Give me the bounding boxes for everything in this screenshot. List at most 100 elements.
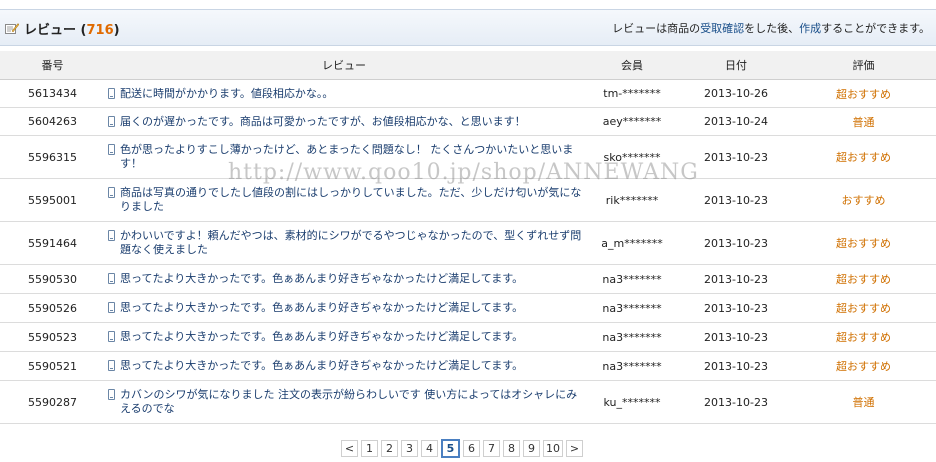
count-close: ) bbox=[113, 23, 120, 38]
review-number: 5590526 bbox=[0, 293, 105, 323]
review-number: 5595001 bbox=[0, 178, 105, 222]
table-row: 5590287 カバンのシワが気になりました 注文の表示が紛らわしいです 使い方に… bbox=[0, 380, 936, 424]
review-rating: おすすめ bbox=[791, 178, 936, 222]
member-id: ku_******* bbox=[583, 380, 681, 424]
table-row: 5591464 かわいいですよ！頼んだやつは、素材的にシワがでるやつじゃなかったの… bbox=[0, 221, 936, 265]
review-text-link[interactable]: 思ってたより大きかったです。色ぁあんまり好きぢゃなかったけど満足してます。 bbox=[120, 301, 523, 315]
page-5-button[interactable]: 5 bbox=[441, 439, 460, 458]
review-cell: 届くのが遅かったです。商品は可愛かったですが、お値段相応かな、と思います！ bbox=[105, 107, 583, 136]
review-rating: 超おすすめ bbox=[791, 293, 936, 323]
page-4-button[interactable]: 4 bbox=[421, 440, 438, 457]
page-7-button[interactable]: 7 bbox=[483, 440, 500, 457]
page-6-button[interactable]: 6 bbox=[463, 440, 480, 457]
mobile-phone-icon bbox=[108, 87, 115, 99]
review-rating: 超おすすめ bbox=[791, 135, 936, 179]
member-id: na3******* bbox=[583, 264, 681, 294]
table-row: 5590523 思ってたより大きかったです。色ぁあんまり好きぢゃなかったけど満足し… bbox=[0, 322, 936, 352]
review-note: レビューは商品の受取確認をした後、作成することができます。 bbox=[612, 20, 930, 36]
table-row: 5604263 届くのが遅かったです。商品は可愛かったですが、お値段相応かな、と思… bbox=[0, 107, 936, 136]
review-text-link[interactable]: 思ってたより大きかったです。色ぁあんまり好きぢゃなかったけど満足してます。 bbox=[120, 330, 523, 344]
review-cell: かわいいですよ！頼んだやつは、素材的にシワがでるやつじゃなかったので、型くずれせ… bbox=[105, 221, 583, 265]
watermark-text: http://www.qoo10.jp/shop/ANNEWANG bbox=[228, 160, 699, 185]
review-text-link[interactable]: 配送に時間がかかります。値段相応かな。。 bbox=[120, 87, 333, 101]
mobile-phone-icon bbox=[108, 331, 115, 342]
page-8-button[interactable]: 8 bbox=[503, 440, 520, 457]
review-rating: 超おすすめ bbox=[791, 264, 936, 294]
review-date: 2013-10-23 bbox=[681, 322, 791, 352]
pagination: < 1 2 3 4 5 6 7 8 9 10 > bbox=[341, 439, 583, 458]
review-rating: 普通 bbox=[791, 107, 936, 136]
table-row: 5613434 配送に時間がかかります。値段相応かな。。 tm-******* 201… bbox=[0, 79, 936, 108]
review-text-link[interactable]: 思ってたより大きかったです。色ぁあんまり好きぢゃなかったけど満足してます。 bbox=[120, 359, 523, 373]
mobile-phone-icon bbox=[108, 144, 115, 155]
table-row: 5590530 思ってたより大きかったです。色ぁあんまり好きぢゃなかったけど満足し… bbox=[0, 264, 936, 294]
table-header-row: 番号 レビュー 会員 日付 評価 bbox=[0, 51, 936, 80]
review-text-link[interactable]: カバンのシワが気になりました 注文の表示が紛らわしいです 使い方によってはオシャ… bbox=[120, 388, 583, 416]
mobile-phone-icon bbox=[108, 115, 115, 127]
page-list: 1 2 3 4 5 6 7 8 9 10 bbox=[361, 439, 563, 458]
review-rating: 超おすすめ bbox=[791, 79, 936, 108]
table-row: 5590521 思ってたより大きかったです。色ぁあんまり好きぢゃなかったけど満足し… bbox=[0, 351, 936, 381]
col-header-review: レビュー bbox=[105, 51, 583, 80]
review-text-link[interactable]: 商品は写真の通りでしたし値段の割にはしっかりしていました。ただ、少しだけ匂いが気… bbox=[120, 186, 583, 214]
page-1-button[interactable]: 1 bbox=[361, 440, 378, 457]
review-date: 2013-10-23 bbox=[681, 380, 791, 424]
mobile-phone-icon bbox=[108, 360, 115, 371]
col-header-date: 日付 bbox=[681, 51, 791, 80]
member-id: na3******* bbox=[583, 351, 681, 381]
review-number: 5591464 bbox=[0, 221, 105, 265]
note-after: することができます。 bbox=[821, 22, 930, 35]
count-open: ( bbox=[76, 23, 87, 38]
edit-note-icon bbox=[5, 23, 19, 34]
review-number: 5590287 bbox=[0, 380, 105, 424]
review-cell: カバンのシワが気になりました 注文の表示が紛らわしいです 使い方によってはオシャ… bbox=[105, 380, 583, 424]
page-title: レビュー (716) bbox=[24, 19, 120, 38]
mobile-phone-icon bbox=[108, 187, 115, 198]
review-number: 5604263 bbox=[0, 107, 105, 136]
review-rating: 超おすすめ bbox=[791, 351, 936, 381]
mobile-phone-icon bbox=[108, 273, 115, 284]
member-id: tm-******* bbox=[583, 79, 681, 108]
page-2-button[interactable]: 2 bbox=[381, 440, 398, 457]
col-header-member: 会員 bbox=[583, 51, 681, 80]
member-id: na3******* bbox=[583, 293, 681, 323]
review-date: 2013-10-23 bbox=[681, 221, 791, 265]
member-id: na3******* bbox=[583, 322, 681, 352]
review-rating: 普通 bbox=[791, 380, 936, 424]
review-number: 5590523 bbox=[0, 322, 105, 352]
review-text-link[interactable]: 届くのが遅かったです。商品は可愛かったですが、お値段相応かな、と思います！ bbox=[120, 115, 526, 129]
review-cell: 思ってたより大きかったです。色ぁあんまり好きぢゃなかったけど満足してます。 bbox=[105, 322, 583, 352]
review-date: 2013-10-24 bbox=[681, 107, 791, 136]
receipt-confirm-link[interactable]: 受取確認 bbox=[700, 22, 744, 35]
title-text: レビュー bbox=[24, 23, 77, 38]
review-number: 5613434 bbox=[0, 79, 105, 108]
review-text-link[interactable]: 思ってたより大きかったです。色ぁあんまり好きぢゃなかったけど満足してます。 bbox=[120, 272, 523, 286]
mobile-phone-icon bbox=[108, 230, 115, 241]
page-10-button[interactable]: 10 bbox=[543, 440, 563, 457]
page-3-button[interactable]: 3 bbox=[401, 440, 418, 457]
review-date: 2013-10-23 bbox=[681, 293, 791, 323]
create-review-link[interactable]: 作成 bbox=[799, 22, 821, 35]
col-header-rating: 評価 bbox=[791, 51, 936, 80]
page-9-button[interactable]: 9 bbox=[523, 440, 540, 457]
review-text-link[interactable]: かわいいですよ！頼んだやつは、素材的にシワがでるやつじゃなかったので、型くずれせ… bbox=[120, 229, 583, 257]
review-number: 5590521 bbox=[0, 351, 105, 381]
review-number: 5596315 bbox=[0, 135, 105, 179]
review-number: 5590530 bbox=[0, 264, 105, 294]
review-rating: 超おすすめ bbox=[791, 322, 936, 352]
review-table: 番号 レビュー 会員 日付 評価 5613434 配送に時間がかかります。値段相応… bbox=[0, 51, 936, 424]
note-mid: をした後、 bbox=[744, 22, 800, 35]
prev-page-button[interactable]: < bbox=[341, 440, 358, 457]
note-before: レビューは商品の bbox=[612, 22, 701, 35]
review-date: 2013-10-26 bbox=[681, 79, 791, 108]
mobile-phone-icon bbox=[108, 389, 115, 400]
next-page-button[interactable]: > bbox=[566, 440, 583, 457]
review-cell: 思ってたより大きかったです。色ぁあんまり好きぢゃなかったけど満足してます。 bbox=[105, 293, 583, 323]
review-rating: 超おすすめ bbox=[791, 221, 936, 265]
review-cell: 思ってたより大きかったです。色ぁあんまり好きぢゃなかったけど満足してます。 bbox=[105, 264, 583, 294]
review-date: 2013-10-23 bbox=[681, 351, 791, 381]
mobile-phone-icon bbox=[108, 302, 115, 313]
review-cell: 配送に時間がかかります。値段相応かな。。 bbox=[105, 79, 583, 108]
review-header: レビュー (716) レビューは商品の受取確認をした後、作成することができます。 bbox=[0, 9, 936, 46]
table-row: 5590526 思ってたより大きかったです。色ぁあんまり好きぢゃなかったけど満足し… bbox=[0, 293, 936, 323]
